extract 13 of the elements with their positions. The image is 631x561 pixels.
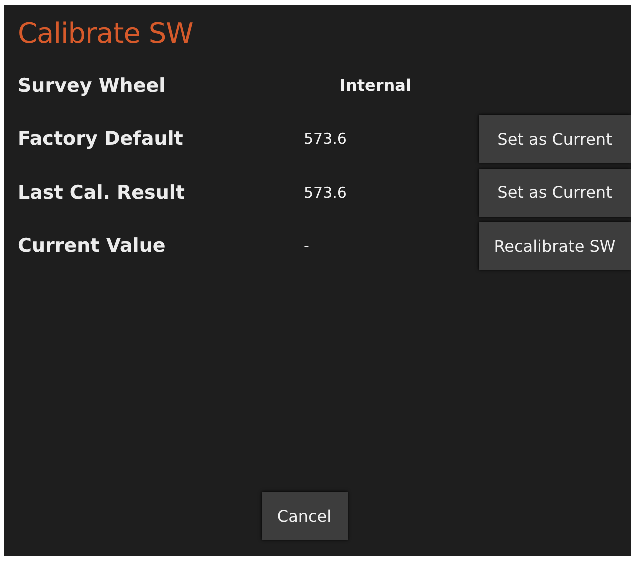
field-label: Factory Default xyxy=(18,128,184,150)
field-label: Current Value xyxy=(18,235,167,258)
field-value: Internal xyxy=(339,76,412,96)
field-value: - xyxy=(304,237,310,256)
action-button[interactable]: Set as Current xyxy=(479,115,631,164)
field-label: Last Cal. Result xyxy=(18,182,186,204)
dialog-title: Calibrate SW xyxy=(18,17,194,51)
field-label: Survey Wheel xyxy=(18,74,167,97)
cancel-button[interactable]: Cancel xyxy=(262,492,348,540)
field-value: 573.6 xyxy=(304,130,348,148)
action-button[interactable]: Recalibrate SW xyxy=(479,222,631,270)
field-value: 573.6 xyxy=(304,184,348,202)
action-button[interactable]: Set as Current xyxy=(479,168,631,217)
